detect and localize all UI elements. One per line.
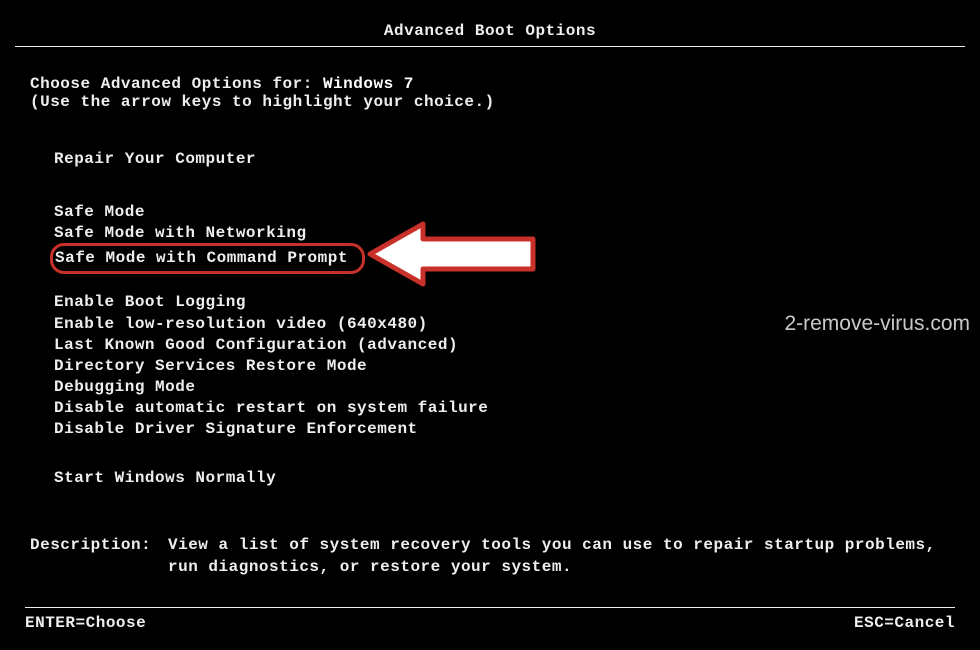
description-text: View a list of system recovery tools you… <box>168 535 950 578</box>
menu-disable-driver-sig[interactable]: Disable Driver Signature Enforcement <box>54 419 950 440</box>
menu-safe-mode-cmd-wrapper[interactable]: Safe Mode with Command Prompt <box>54 244 950 274</box>
choose-prefix: Choose Advanced Options for: <box>30 75 323 93</box>
choose-line: Choose Advanced Options for: Windows 7 <box>30 75 950 93</box>
footer-esc: ESC=Cancel <box>854 614 955 632</box>
menu-repair-computer[interactable]: Repair Your Computer <box>54 149 950 170</box>
watermark: 2-remove-virus.com <box>784 312 970 336</box>
normal-group: Start Windows Normally <box>30 468 950 489</box>
instruction-line: (Use the arrow keys to highlight your ch… <box>30 93 950 111</box>
menu-safe-mode-cmd[interactable]: Safe Mode with Command Prompt <box>50 243 365 274</box>
menu-safe-mode[interactable]: Safe Mode <box>54 202 950 223</box>
os-name: Windows 7 <box>323 75 414 93</box>
menu-ds-restore[interactable]: Directory Services Restore Mode <box>54 356 950 377</box>
page-title: Advanced Boot Options <box>384 22 596 40</box>
footer-bar: ENTER=Choose ESC=Cancel <box>25 607 955 632</box>
description-label: Description: <box>30 535 168 578</box>
menu-last-known-good[interactable]: Last Known Good Configuration (advanced) <box>54 335 950 356</box>
description-block: Description: View a list of system recov… <box>30 535 950 578</box>
menu-debugging[interactable]: Debugging Mode <box>54 377 950 398</box>
menu-boot-logging[interactable]: Enable Boot Logging <box>54 292 950 313</box>
boot-options-screen: Advanced Boot Options Choose Advanced Op… <box>10 10 970 640</box>
title-bar: Advanced Boot Options <box>15 10 965 47</box>
repair-group: Repair Your Computer <box>30 149 950 170</box>
safe-mode-group: Safe Mode Safe Mode with Networking Safe… <box>30 202 950 274</box>
menu-start-normally[interactable]: Start Windows Normally <box>54 468 950 489</box>
menu-safe-mode-networking[interactable]: Safe Mode with Networking <box>54 223 950 244</box>
menu-disable-auto-restart[interactable]: Disable automatic restart on system fail… <box>54 398 950 419</box>
footer-enter: ENTER=Choose <box>25 614 146 632</box>
